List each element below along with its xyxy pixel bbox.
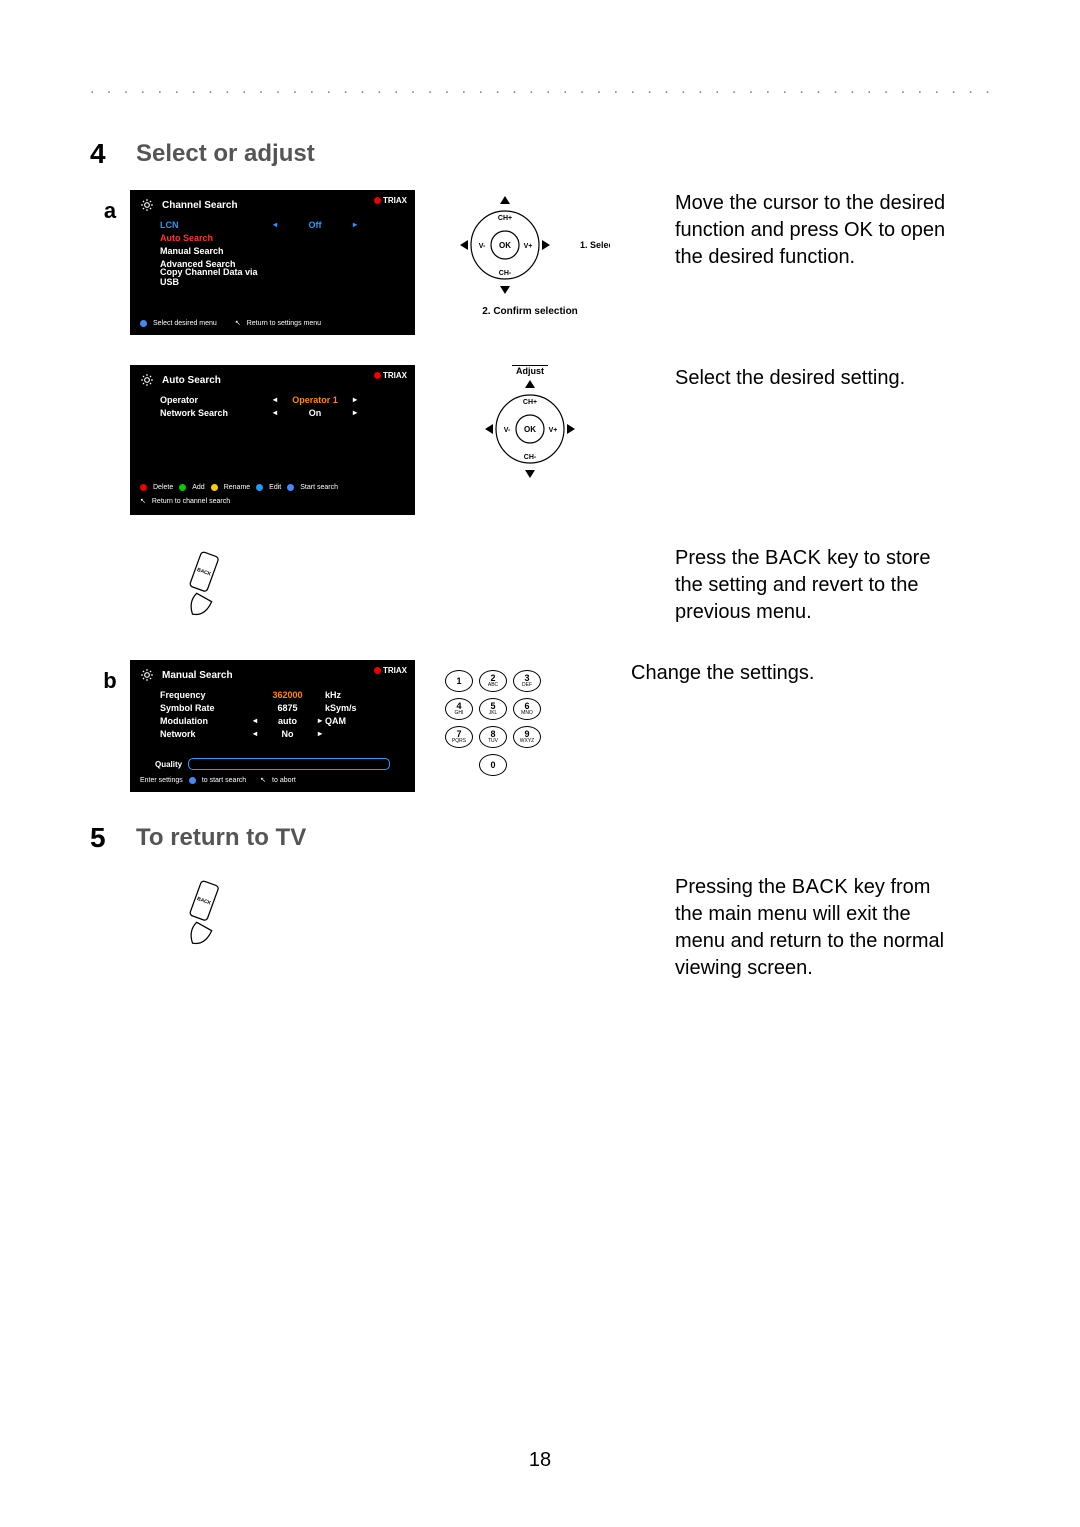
- menu-line: Auto Search: [160, 231, 405, 244]
- key-8: 8TUV: [479, 726, 507, 748]
- ok-dot-icon: [140, 320, 147, 327]
- gear-icon: [140, 373, 154, 387]
- svg-text:OK: OK: [524, 425, 536, 434]
- menu-line: Network Search◂On▸: [160, 406, 405, 419]
- menu-line: LCN◂Off▸: [160, 218, 405, 231]
- brand-triax: TRIAX: [374, 371, 407, 380]
- key-2: 2ABC: [479, 670, 507, 692]
- quality-label: Quality: [155, 760, 182, 769]
- screen-manual-search: Manual Search TRIAX Frequency362000kHzSy…: [130, 660, 415, 792]
- desc-a3: Press the BACK key to store the setting …: [675, 545, 955, 626]
- screen2-title: Auto Search: [162, 375, 221, 386]
- svg-text:CH-: CH-: [524, 454, 537, 461]
- svg-text:CH-: CH-: [499, 270, 512, 277]
- menu-line: Network◂No▸: [160, 727, 405, 740]
- footer-action: Add: [192, 484, 204, 491]
- sub-label-b: b: [90, 660, 130, 694]
- menu-line: Symbol Rate6875kSym/s: [160, 701, 405, 714]
- step-title-4: Select or adjust: [136, 138, 315, 168]
- screen-auto-search: Auto Search TRIAX Operator◂Operator 1▸Ne…: [130, 365, 415, 515]
- numeric-keypad: 1 2ABC 3DEF 4GHI 5JKL 6MNO 7PQRS 8TUV 9WXYZ 0: [445, 670, 541, 776]
- navpad-adjust-diagram: Adjust OK CH+ CH- V- V+: [445, 365, 615, 484]
- svg-text:CH+: CH+: [498, 215, 512, 222]
- screen3-title: Manual Search: [162, 670, 233, 681]
- screen2-footer2: Return to channel search: [152, 498, 230, 505]
- key-3: 3DEF: [513, 670, 541, 692]
- menu-line: Modulation◂auto▸QAM: [160, 714, 405, 727]
- screen1-footer-right: Return to settings menu: [247, 320, 321, 327]
- svg-text:V+: V+: [524, 243, 533, 250]
- screen1-title: Channel Search: [162, 200, 238, 211]
- svg-text:V+: V+: [549, 427, 558, 434]
- footer-action: Edit: [269, 484, 281, 491]
- remote-back-icon: BACK: [180, 874, 230, 954]
- menu-line: Manual Search: [160, 244, 405, 257]
- sub-label-a: a: [90, 190, 130, 224]
- gear-icon: [140, 198, 154, 212]
- step-number-5: 5: [90, 822, 118, 854]
- menu-line: Frequency362000kHz: [160, 688, 405, 701]
- menu-line: Operator◂Operator 1▸: [160, 393, 405, 406]
- key-6: 6MNO: [513, 698, 541, 720]
- navpad-select-diagram: OK CH+ CH- V- V+ 1. Select 2. Confirm se…: [445, 190, 615, 317]
- key-4: 4GHI: [445, 698, 473, 720]
- screen1-footer-left: Select desired menu: [153, 320, 217, 327]
- key-5: 5JKL: [479, 698, 507, 720]
- step-number-4: 4: [90, 138, 118, 170]
- footer-action: Start search: [300, 484, 338, 491]
- gear-icon: [140, 668, 154, 682]
- quality-bar: [188, 758, 390, 770]
- remote-back-icon: BACK: [180, 545, 230, 625]
- desc-a2: Select the desired setting.: [675, 365, 905, 392]
- key-9: 9WXYZ: [513, 726, 541, 748]
- svg-text:CH+: CH+: [523, 399, 537, 406]
- desc-b1: Change the settings.: [631, 660, 814, 687]
- key-1: 1: [445, 670, 473, 692]
- svg-text:V-: V-: [479, 243, 486, 250]
- brand-triax: TRIAX: [374, 196, 407, 205]
- desc-step5: Pressing the BACK key from the main menu…: [675, 874, 955, 982]
- desc-a1: Move the cursor to the desired function …: [675, 190, 955, 271]
- footer-action: Rename: [224, 484, 250, 491]
- step-title-5: To return to TV: [136, 822, 306, 852]
- footer-action: Delete: [153, 484, 173, 491]
- confirm-selection-label: 2. Confirm selection: [482, 306, 578, 317]
- svg-text:1. Select: 1. Select: [580, 240, 610, 250]
- navpad-ok: OK: [499, 241, 511, 250]
- screen-channel-search: Channel Search TRIAX LCN◂Off▸Auto Search…: [130, 190, 415, 335]
- page-number: 18: [0, 1449, 1080, 1472]
- menu-line: Copy Channel Data via USB: [160, 270, 405, 283]
- key-0: 0: [479, 754, 507, 776]
- dotted-separator: . . . . . . . . . . . . . . . . . . . . …: [90, 80, 990, 98]
- svg-text:V-: V-: [504, 427, 511, 434]
- brand-triax: TRIAX: [374, 666, 407, 675]
- key-7: 7PQRS: [445, 726, 473, 748]
